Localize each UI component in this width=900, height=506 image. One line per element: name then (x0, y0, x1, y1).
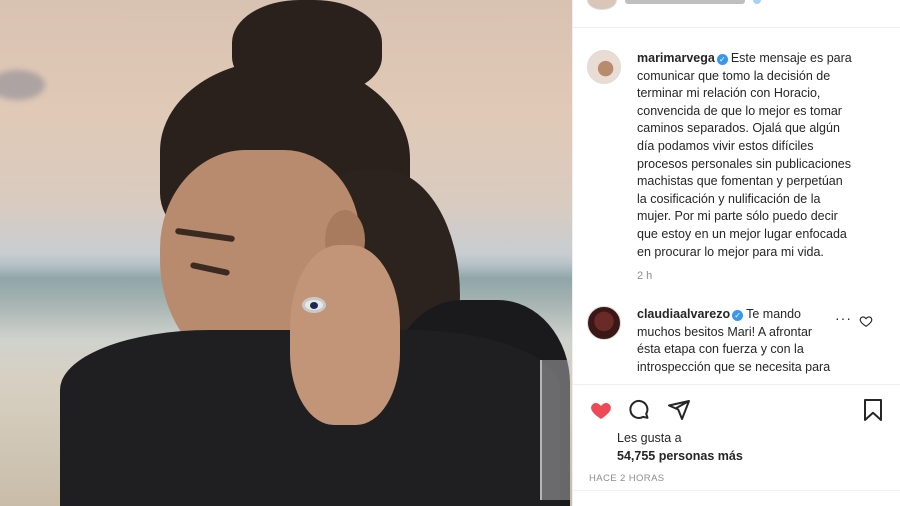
header-avatar[interactable] (587, 0, 617, 10)
share-button[interactable] (665, 396, 693, 424)
comment-button[interactable] (625, 396, 653, 424)
reply-comment: claudiaalvarezo ✓ Te mando muchos besitos … (587, 306, 877, 378)
caption-username[interactable]: marimarvega (637, 51, 715, 65)
reply-avatar[interactable] (587, 306, 621, 340)
header-verified-icon (753, 0, 761, 4)
post-header (573, 0, 900, 28)
likes-count[interactable]: 54,755 personas más (617, 449, 743, 463)
verified-badge-icon: ✓ (732, 310, 744, 321)
caption-time[interactable]: 2 h (637, 270, 652, 282)
like-button[interactable] (587, 396, 615, 424)
reply-more-options-icon[interactable]: ··· (835, 310, 852, 326)
likes-label: Les gusta a (617, 431, 682, 445)
save-button[interactable] (859, 396, 887, 424)
bookmark-icon (864, 399, 882, 421)
action-bar (573, 396, 900, 424)
caption-body: marimarvega ✓ Este mensaje es para comunic… (637, 50, 877, 261)
photo-wine-glass (540, 360, 570, 500)
verified-badge-icon: ✓ (716, 54, 728, 65)
paper-plane-icon (668, 400, 690, 420)
post-side-panel: marimarvega ✓ Este mensaje es para comunic… (572, 0, 900, 506)
heart-filled-icon (591, 403, 611, 419)
reply-username[interactable]: claudiaalvarezo (637, 307, 730, 321)
header-username[interactable] (625, 0, 745, 4)
owner-avatar[interactable] (587, 50, 621, 84)
instagram-post: marimarvega ✓ Este mensaje es para comunic… (0, 0, 900, 506)
post-timestamp[interactable]: HACE 2 HORAS (589, 473, 665, 484)
divider (573, 384, 900, 385)
photo-hand (290, 245, 400, 425)
comment-bubble-icon (629, 399, 649, 419)
caption-text: Este mensaje es para comunicar que tomo … (637, 51, 852, 259)
post-photo[interactable] (0, 0, 572, 506)
photo-eye-ring (302, 297, 326, 313)
heart-outline-icon[interactable] (859, 314, 873, 328)
photo-cloud (0, 70, 45, 100)
caption-comment: marimarvega ✓ Este mensaje es para comunic… (587, 50, 877, 261)
divider (573, 490, 900, 491)
